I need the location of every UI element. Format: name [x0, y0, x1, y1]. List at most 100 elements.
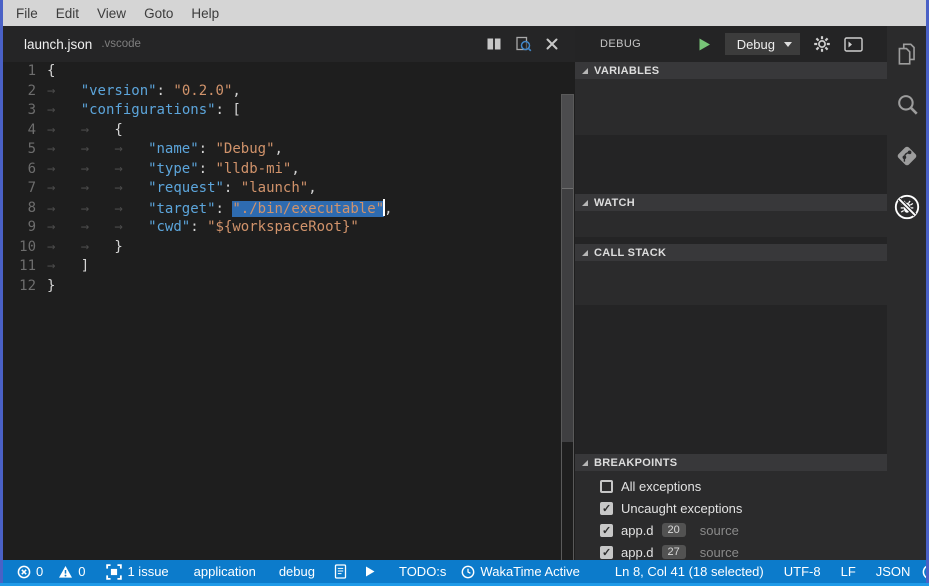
checkbox-checked[interactable]: ✓	[600, 546, 613, 559]
task-debug[interactable]: debug	[279, 564, 315, 579]
call-stack-section-body[interactable]	[575, 261, 887, 305]
no-bug-debug-icon	[893, 193, 921, 221]
line-number[interactable]: 1	[3, 62, 47, 82]
eol-status[interactable]: LF	[841, 564, 856, 579]
code-line-12[interactable]: 12}	[3, 277, 575, 297]
code-line-1[interactable]: 1{	[3, 62, 575, 82]
debug-sidebar-header: DEBUG Debug	[575, 26, 887, 62]
activity-explorer-button[interactable]	[893, 40, 921, 68]
code-token: :	[190, 219, 207, 235]
menu-item-file[interactable]: File	[7, 2, 47, 25]
variables-section-body[interactable]	[575, 79, 887, 135]
preview-search-icon	[515, 36, 532, 53]
line-number[interactable]: 11	[3, 257, 47, 277]
breakpoint-line-badge: 27	[662, 545, 686, 559]
todos-status[interactable]: TODO:s	[399, 564, 446, 579]
debug-configuration-dropdown[interactable]: Debug	[725, 33, 800, 55]
close-editor-button[interactable]	[543, 35, 561, 53]
code-token: : [	[216, 102, 241, 118]
code-line-5[interactable]: 5→→→"name": "Debug",	[3, 140, 575, 160]
line-content: →→→"cwd": "${workspaceRoot}"	[47, 218, 359, 238]
scrollbar-thumb[interactable]	[562, 95, 573, 189]
window-border-left	[0, 0, 3, 586]
task-application[interactable]: application	[194, 564, 256, 579]
code-line-11[interactable]: 11→]	[3, 257, 575, 277]
section-expanded-icon	[582, 250, 588, 256]
code-line-9[interactable]: 9→→→"cwd": "${workspaceRoot}"	[3, 218, 575, 238]
line-content: →→}	[47, 238, 123, 258]
line-number[interactable]: 7	[3, 179, 47, 199]
call-stack-section-header[interactable]: CALL STACK	[575, 244, 887, 261]
code-line-7[interactable]: 7→→→"request": "launch",	[3, 179, 575, 199]
variables-section-header[interactable]: VARIABLES	[575, 62, 887, 79]
line-number[interactable]: 3	[3, 101, 47, 121]
encoding-status[interactable]: UTF-8	[784, 564, 821, 579]
editor-group: launch.json .vscode	[3, 26, 575, 560]
watch-section-body[interactable]	[575, 211, 887, 237]
code-token: {	[114, 122, 122, 138]
checkbox-checked[interactable]: ✓	[600, 524, 613, 537]
activity-bar	[887, 26, 926, 560]
cursor-position-status[interactable]: Ln 8, Col 41 (18 selected)	[615, 564, 764, 579]
whitespace-tab-icon: →	[47, 238, 81, 258]
line-number[interactable]: 10	[3, 238, 47, 258]
menu-item-edit[interactable]: Edit	[47, 2, 88, 25]
line-number[interactable]: 8	[3, 199, 47, 219]
checkbox-checked[interactable]: ✓	[600, 502, 613, 515]
gear-icon	[813, 35, 831, 53]
code-line-4[interactable]: 4→→{	[3, 121, 575, 141]
editor-scrollbar[interactable]	[561, 94, 574, 581]
whitespace-tab-icon: →	[114, 160, 148, 180]
split-editor-button[interactable]	[485, 35, 503, 53]
play-small-icon	[364, 565, 376, 578]
open-debug-console-button[interactable]	[844, 37, 863, 52]
activity-search-button[interactable]	[893, 91, 921, 119]
configure-launch-button[interactable]	[813, 35, 831, 53]
whitespace-tab-icon: →	[81, 121, 115, 141]
breakpoint-item[interactable]: ✓app.d20source	[575, 519, 887, 541]
error-icon	[17, 565, 31, 579]
open-preview-button[interactable]	[514, 35, 532, 53]
code-editor[interactable]: 1{2→"version": "0.2.0",3→"configurations…	[3, 62, 575, 560]
code-token: "request"	[148, 180, 224, 196]
breakpoint-item[interactable]: ✓Uncaught exceptions	[575, 497, 887, 519]
issues-status[interactable]: 1 issue	[106, 564, 168, 580]
line-number[interactable]: 4	[3, 121, 47, 141]
line-number[interactable]: 6	[3, 160, 47, 180]
breakpoints-section-header[interactable]: BREAKPOINTS	[575, 454, 887, 471]
problems-errors[interactable]: 0	[17, 564, 43, 579]
section-title: WATCH	[594, 197, 635, 209]
breakpoint-item[interactable]: All exceptions	[575, 475, 887, 497]
menu-item-help[interactable]: Help	[182, 2, 228, 25]
menu-item-view[interactable]: View	[88, 2, 135, 25]
checkbox-unchecked[interactable]	[600, 480, 613, 493]
activity-git-button[interactable]	[893, 142, 921, 170]
changelog-status[interactable]	[334, 564, 347, 579]
line-number[interactable]: 12	[3, 277, 47, 297]
language-mode-status[interactable]: JSON	[876, 564, 911, 579]
wakatime-status[interactable]: WakaTime Active	[461, 564, 579, 579]
problems-warnings[interactable]: 0	[58, 564, 85, 579]
chevron-down-icon	[784, 42, 792, 47]
code-token: :	[199, 141, 216, 157]
code-line-10[interactable]: 10→→}	[3, 238, 575, 258]
line-number[interactable]: 5	[3, 140, 47, 160]
code-line-6[interactable]: 6→→→"type": "lldb-mi",	[3, 160, 575, 180]
whitespace-tab-icon: →	[114, 218, 148, 238]
code-line-3[interactable]: 3→"configurations": [	[3, 101, 575, 121]
menu-item-goto[interactable]: Goto	[135, 2, 182, 25]
whitespace-tab-icon: →	[81, 179, 115, 199]
start-debug-button[interactable]	[697, 37, 712, 52]
watch-section-header[interactable]: WATCH	[575, 194, 887, 211]
line-content: →→→"type": "lldb-mi",	[47, 160, 300, 180]
run-task-status[interactable]	[364, 565, 376, 578]
line-number[interactable]: 2	[3, 82, 47, 102]
code-line-8[interactable]: 8→→→"target": "./bin/executable",	[3, 199, 575, 219]
line-number[interactable]: 9	[3, 218, 47, 238]
code-line-2[interactable]: 2→"version": "0.2.0",	[3, 82, 575, 102]
whitespace-tab-icon: →	[81, 160, 115, 180]
code-token: :	[224, 180, 241, 196]
code-token: ]	[81, 258, 89, 274]
activity-debug-button[interactable]	[893, 193, 921, 221]
line-content: →→→"target": "./bin/executable",	[47, 199, 393, 219]
